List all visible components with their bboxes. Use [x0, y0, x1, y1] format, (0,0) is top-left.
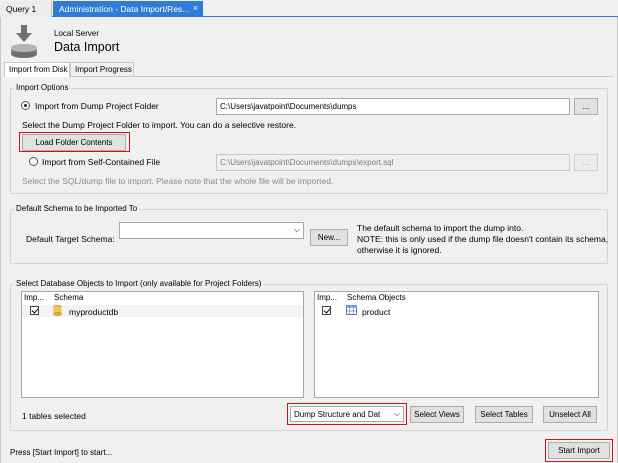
schema-note-line3: otherwise it is ignored. — [357, 245, 442, 255]
page-title: Data Import — [54, 40, 120, 54]
unselect-all-button[interactable]: Unselect All — [543, 406, 597, 423]
database-icon — [53, 305, 62, 316]
tab-import-progress[interactable]: Import Progress — [70, 62, 134, 76]
column-header-schema-objects[interactable]: Schema Objects — [347, 293, 406, 302]
dump-mode-select[interactable]: Dump Structure and Dat ⌵ — [290, 406, 404, 422]
column-header-import[interactable]: Imp... — [317, 293, 337, 302]
load-folder-contents-button[interactable]: Load Folder Contents — [22, 134, 126, 151]
server-name: Local Server — [54, 29, 99, 38]
browse-folder-button[interactable]: ... — [574, 98, 598, 115]
group-title: Select Database Objects to Import (only … — [14, 279, 264, 288]
schema-note-line1: The default schema to import the dump in… — [357, 223, 524, 233]
select-tables-button[interactable]: Select Tables — [475, 406, 533, 423]
tab-label: Import Progress — [75, 65, 132, 74]
table-row[interactable] — [22, 305, 303, 317]
dump-mode-value: Dump Structure and Dat — [294, 410, 381, 419]
self-contained-label: Import from Self-Contained File — [42, 157, 161, 167]
tab-label: Administration - Data Import/Res... — [59, 4, 190, 14]
schema-checkbox[interactable] — [30, 306, 39, 315]
selected-count: 1 tables selected — [22, 411, 86, 421]
schema-note-line2: NOTE: this is only used if the dump file… — [357, 234, 609, 244]
close-icon[interactable]: × — [193, 3, 198, 13]
dump-folder-radio[interactable] — [21, 101, 30, 110]
status-text: Press [Start Import] to start... — [10, 448, 113, 457]
schema-list-header: Imp... Schema — [22, 292, 303, 304]
dump-folder-path-input[interactable]: C:\Users\javatpoint\Documents\dumps — [216, 98, 570, 115]
data-import-icon — [11, 25, 37, 58]
dump-folder-label: Import from Dump Project Folder — [35, 101, 159, 111]
start-import-button[interactable]: Start Import — [548, 442, 610, 459]
object-name: product — [362, 307, 391, 317]
schema-name: myproductdb — [69, 307, 119, 317]
table-icon — [346, 305, 357, 315]
target-schema-select[interactable]: ⌵ — [119, 222, 304, 239]
schema-objects-header: Imp... Schema Objects — [315, 292, 598, 304]
self-contained-radio[interactable] — [29, 157, 38, 166]
tab-data-import[interactable]: Administration - Data Import/Res... × — [53, 1, 203, 17]
target-schema-label: Default Target Schema: — [26, 234, 115, 244]
new-schema-button[interactable]: New... — [310, 229, 348, 246]
object-checkbox[interactable] — [322, 306, 331, 315]
self-contained-path-input[interactable]: C:\Users\javatpoint\Documents\dumps\expo… — [216, 154, 570, 171]
tab-import-from-disk[interactable]: Import from Disk — [4, 62, 70, 77]
column-header-import[interactable]: Imp... — [24, 293, 44, 302]
tab-label: Import from Disk — [9, 65, 68, 74]
self-contained-hint: Select the SQL/dump file to import. Plea… — [22, 176, 334, 186]
column-header-schema[interactable]: Schema — [54, 293, 83, 302]
tab-label: Query 1 — [6, 4, 37, 14]
browse-file-button[interactable]: ... — [574, 154, 598, 171]
tab-query-1[interactable]: Query 1 — [0, 1, 52, 17]
chevron-down-icon: ⌵ — [393, 409, 400, 418]
chevron-down-icon: ⌵ — [293, 225, 300, 234]
group-title: Import Options — [14, 83, 71, 92]
group-title: Default Schema to be Imported To — [14, 204, 140, 213]
dump-folder-hint: Select the Dump Project Folder to import… — [22, 120, 297, 130]
select-views-button[interactable]: Select Views — [410, 406, 464, 423]
